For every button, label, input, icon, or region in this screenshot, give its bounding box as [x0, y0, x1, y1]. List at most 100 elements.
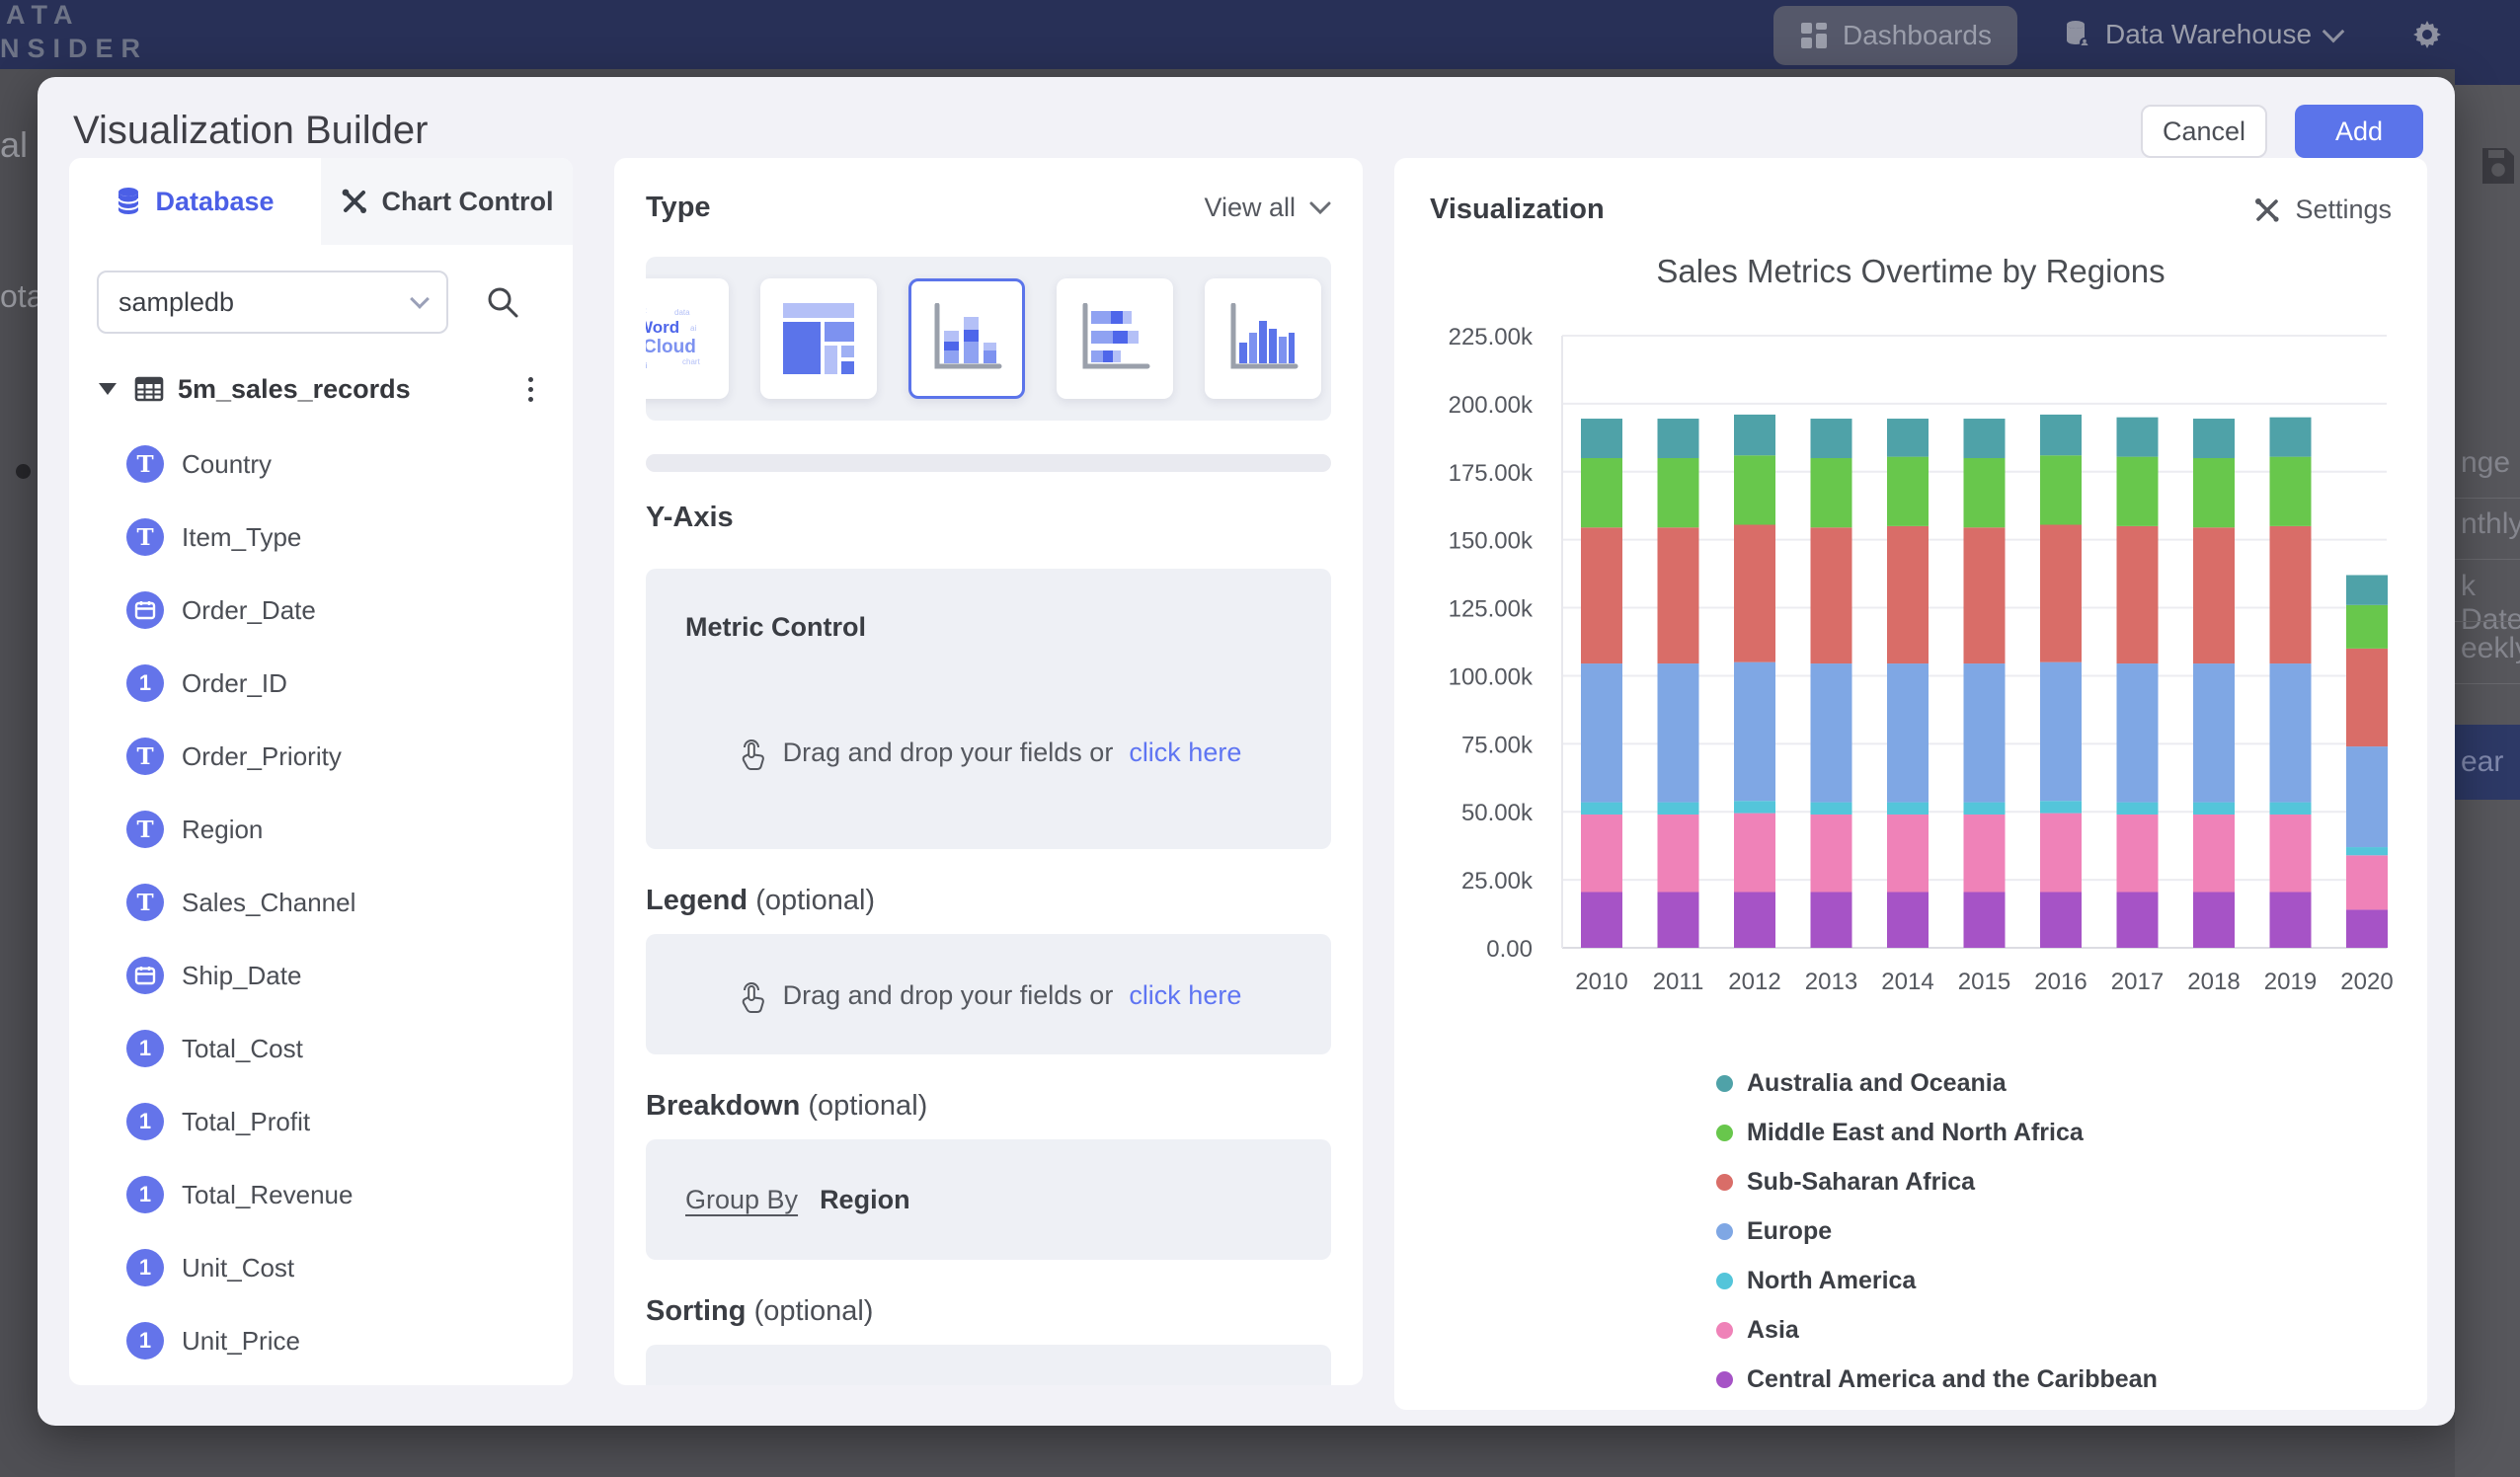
bar-segment — [1658, 893, 1699, 948]
field-item-region[interactable]: TRegion — [126, 808, 263, 851]
search-icon[interactable] — [484, 283, 521, 321]
legend-label: Central America and the Caribbean — [1747, 1365, 2158, 1394]
svg-text:data: data — [674, 308, 690, 317]
bar-segment — [1658, 458, 1699, 527]
legend-item[interactable]: North America — [1716, 1256, 2158, 1305]
backdrop-menu-item: eekly — [2461, 632, 2520, 665]
bar-segment — [2270, 893, 2312, 948]
nav-dashboards[interactable]: Dashboards — [1773, 6, 2017, 65]
bar-segment — [2117, 893, 2159, 948]
field-label: Ship_Date — [182, 961, 301, 991]
field-item-order_priority[interactable]: TOrder_Priority — [126, 735, 342, 778]
legend-label: North America — [1747, 1267, 1916, 1295]
x-axis-label: 2011 — [1653, 969, 1704, 995]
legend-item[interactable]: Sub-Saharan Africa — [1716, 1157, 2158, 1206]
bar-segment — [2040, 814, 2082, 893]
legend-dropzone[interactable]: Drag and drop your fields or click here — [646, 934, 1331, 1054]
tab-database[interactable]: Database — [69, 158, 321, 245]
bar-segment — [2193, 458, 2235, 527]
bar-segment — [1887, 457, 1929, 526]
sorting-direction[interactable]: Ascending — [854, 1381, 979, 1386]
click-here-link[interactable]: click here — [1129, 980, 1241, 1011]
number-field-icon: 1 — [126, 1103, 164, 1140]
bar-segment — [2040, 415, 2082, 455]
legend-item[interactable]: Central America and the Caribbean — [1716, 1355, 2158, 1404]
kebab-menu-icon[interactable] — [518, 373, 543, 406]
legend-item[interactable]: Australia and Oceania — [1716, 1058, 2158, 1108]
app-logo-line2: NSIDER — [0, 34, 148, 64]
chart-type-stacked-column[interactable] — [908, 278, 1025, 399]
bar-segment — [1964, 893, 2006, 948]
bar-segment — [1581, 458, 1622, 527]
cancel-button[interactable]: Cancel — [2141, 105, 2267, 158]
field-item-unit_cost[interactable]: 1Unit_Cost — [126, 1246, 294, 1289]
chart-type-treemap[interactable] — [760, 278, 877, 399]
sorting-field[interactable]: Data Range — [685, 1381, 832, 1386]
bar-segment — [2193, 803, 2235, 815]
bar-segment — [1581, 527, 1622, 663]
bar-segment — [2270, 457, 2312, 526]
field-item-total_profit[interactable]: 1Total_Profit — [126, 1100, 310, 1143]
tab-chart-control-label: Chart Control — [382, 187, 554, 217]
legend-item[interactable]: Asia — [1716, 1305, 2158, 1355]
field-item-order_date[interactable]: Order_Date — [126, 588, 316, 632]
bar-segment — [2270, 815, 2312, 893]
breakdown-dropzone[interactable]: Group By Region — [646, 1139, 1331, 1260]
field-item-total_revenue[interactable]: 1Total_Revenue — [126, 1173, 353, 1216]
field-item-sales_channel[interactable]: TSales_Channel — [126, 881, 355, 924]
chart-builder-panel: Type View all WordClouddatavizchartbiai … — [614, 158, 1363, 1385]
bar-segment — [2040, 801, 2082, 813]
horizontal-scrollbar[interactable] — [646, 454, 1331, 472]
caret-down-icon[interactable] — [99, 383, 117, 395]
database-select[interactable]: sampledb — [97, 271, 448, 334]
field-label: Region — [182, 815, 263, 845]
chart-legend: Australia and Oceania Middle East and Nor… — [1716, 1058, 2158, 1404]
x-axis-label: 2010 — [1575, 969, 1627, 995]
view-all-label: View all — [1204, 193, 1296, 223]
bar-segment — [1887, 815, 1929, 893]
legend-item[interactable]: Middle East and North Africa — [1716, 1108, 2158, 1157]
group-by-link[interactable]: Group By — [685, 1185, 798, 1215]
field-item-unit_price[interactable]: 1Unit_Price — [126, 1319, 300, 1362]
bar-segment — [1581, 893, 1622, 948]
legend-item[interactable]: Europe — [1716, 1206, 2158, 1256]
field-item-total_cost[interactable]: 1Total_Cost — [126, 1027, 303, 1070]
add-button[interactable]: Add — [2295, 105, 2423, 158]
tap-icon — [736, 977, 767, 1013]
number-field-icon: 1 — [126, 664, 164, 702]
y-axis-tick: 25.00k — [1461, 868, 1534, 894]
field-item-order_id[interactable]: 1Order_ID — [126, 661, 287, 705]
stacked-bar-chart[interactable]: 0.0025.00k50.00k75.00k100.00k125.00k150.… — [1414, 306, 2411, 1037]
legend-label: Sub-Saharan Africa — [1747, 1168, 1975, 1197]
group-by-value[interactable]: Region — [820, 1185, 910, 1215]
field-item-ship_date[interactable]: Ship_Date — [126, 954, 301, 997]
tab-chart-control[interactable]: Chart Control — [321, 158, 573, 245]
tab-database-label: Database — [155, 187, 274, 217]
bar-segment — [1887, 663, 1929, 803]
chart-type-column-chart[interactable] — [1205, 278, 1321, 399]
chart-type-stacked-bar[interactable] — [1057, 278, 1173, 399]
bar-segment — [1887, 893, 1929, 948]
bar-segment — [1964, 458, 2006, 527]
metric-control-dropzone[interactable]: Metric Control Drag and drop your fields… — [646, 569, 1331, 849]
bar-segment — [2193, 527, 2235, 663]
text-field-icon: T — [126, 518, 164, 556]
text-field-icon: T — [126, 738, 164, 775]
legend-dot-icon — [1716, 1075, 1733, 1092]
sorting-dropzone[interactable]: Data Range Ascending — [646, 1345, 1331, 1385]
table-tree-header[interactable]: 5m_sales_records — [99, 367, 543, 411]
view-all-button[interactable]: View all — [1204, 193, 1331, 223]
legend-dot-icon — [1716, 1174, 1733, 1191]
bar-segment — [1964, 419, 2006, 458]
legend-label: Middle East and North Africa — [1747, 1119, 2084, 1147]
number-field-icon: 1 — [126, 1030, 164, 1067]
click-here-link[interactable]: click here — [1129, 738, 1241, 768]
settings-button[interactable]: Settings — [2253, 194, 2392, 225]
legend-dot-icon — [1716, 1125, 1733, 1141]
field-item-country[interactable]: TCountry — [126, 442, 272, 486]
nav-data-warehouse[interactable]: Data Warehouse — [2064, 0, 2341, 69]
chart-type-word-cloud[interactable]: WordClouddatavizchartbiai — [646, 278, 729, 399]
bar-segment — [2117, 526, 2159, 663]
bar-segment — [1811, 803, 1852, 815]
field-item-item_type[interactable]: TItem_Type — [126, 515, 301, 559]
